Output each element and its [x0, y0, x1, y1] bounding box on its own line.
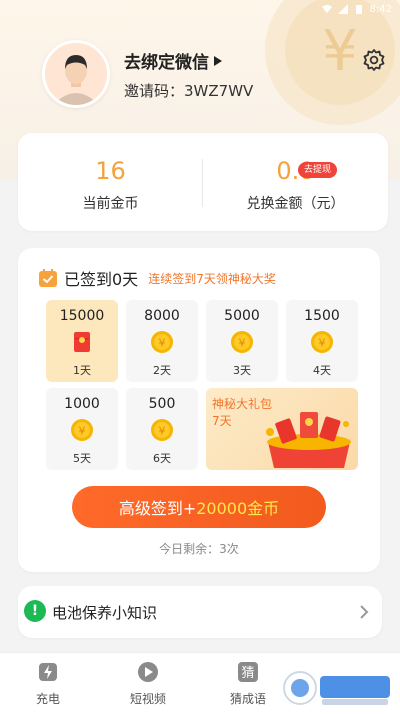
bind-wechat-link[interactable]: 去绑定微信 — [124, 48, 223, 73]
signin-header: 已签到0天 连续签到7天领神秘大奖 — [38, 266, 276, 290]
stats-card: 16 当前金币 0.0 兑换金额（元） — [18, 133, 388, 231]
signin-day-5[interactable]: 1000 ¥ 5天 — [46, 388, 118, 470]
tip-card[interactable]: ! 电池保养小知识 — [18, 586, 382, 638]
tab-short-video[interactable]: 短视频 — [108, 661, 188, 707]
red-packet-icon — [74, 332, 90, 352]
guess-icon: 猜 — [238, 662, 258, 682]
wifi-icon — [321, 5, 332, 13]
signin-day-1[interactable]: 15000 1天 — [46, 300, 118, 382]
invite-code: 邀请码：3WZ7WV — [124, 80, 253, 101]
mystery-gift-day-7[interactable]: 神秘大礼包 7天 — [206, 388, 358, 470]
coin-icon: ¥ — [71, 419, 93, 441]
day-label: 1天 — [73, 364, 91, 377]
username-text: 去绑定微信 — [124, 53, 209, 73]
withdraw-badge[interactable]: 去提现 — [298, 162, 338, 178]
coins-label: 当前金币 — [82, 196, 139, 212]
day-label: 2天 — [153, 364, 171, 377]
coins-value: 16 — [95, 157, 126, 185]
signin-day-6[interactable]: 500 ¥ 6天 — [126, 388, 198, 470]
day-label: 6天 — [153, 452, 171, 465]
premium-signin-button[interactable]: 高级签到+ 20000金币 — [72, 486, 326, 528]
exchange-stat[interactable]: 0.0 兑换金额（元） — [203, 157, 388, 213]
day-coins: 5000 — [224, 308, 260, 324]
avatar-image — [45, 43, 107, 105]
coins-stat[interactable]: 16 当前金币 — [18, 157, 203, 213]
tab-label: 短视频 — [129, 692, 166, 706]
svg-text:¥: ¥ — [319, 337, 326, 350]
coin-icon: ¥ — [151, 331, 173, 353]
svg-text:¥: ¥ — [159, 425, 166, 438]
signin-card: 已签到0天 连续签到7天领神秘大奖 15000 1天 8000 ¥ 2天 500… — [18, 248, 380, 572]
chevron-right-icon — [360, 605, 369, 619]
svg-text:¥: ¥ — [79, 425, 86, 438]
signin-title: 已签到0天 — [64, 270, 139, 289]
svg-text:猜: 猜 — [241, 666, 254, 681]
coin-decoration: ¥ — [265, 0, 400, 125]
day-coins: 1500 — [304, 308, 340, 324]
svg-text:¥: ¥ — [159, 337, 166, 350]
signin-day-2[interactable]: 8000 ¥ 2天 — [126, 300, 198, 382]
tab-charge[interactable]: 充电 — [8, 661, 88, 707]
invite-value: 3WZ7WV — [184, 82, 254, 100]
status-time: 8:42 — [369, 3, 392, 15]
watermark-logo — [283, 671, 390, 705]
coin-icon: ¥ — [311, 331, 333, 353]
charge-icon — [39, 663, 57, 681]
battery-icon — [355, 5, 362, 14]
day-label: 3天 — [233, 364, 251, 377]
day-coins: 8000 — [144, 308, 180, 324]
day-coins: 500 — [148, 396, 176, 412]
exchange-value: 0.0 — [276, 157, 315, 185]
remaining-count: 今日剩余：3次 — [159, 542, 239, 556]
signin-day-4[interactable]: 1500 ¥ 4天 — [286, 300, 358, 382]
coin-icon: ¥ — [231, 331, 253, 353]
signin-subtitle: 连续签到7天领神秘大奖 — [148, 271, 276, 286]
avatar[interactable] — [42, 40, 110, 108]
play-icon — [138, 662, 158, 682]
status-bar: 8:42 — [0, 0, 400, 18]
day-coins: 1000 — [64, 396, 100, 412]
tab-guess-idiom[interactable]: 猜 猜成语 — [208, 661, 288, 707]
svg-text:¥: ¥ — [239, 337, 246, 350]
day-coins: 15000 — [59, 308, 105, 324]
exclamation-icon: ! — [24, 600, 46, 622]
exchange-label: 兑换金额（元） — [246, 196, 345, 212]
coin-icon: ¥ — [151, 419, 173, 441]
signin-day-3[interactable]: 5000 ¥ 3天 — [206, 300, 278, 382]
tab-label: 猜成语 — [229, 692, 266, 706]
button-highlight: 20000金币 — [196, 499, 280, 518]
day-label: 4天 — [313, 364, 331, 377]
tab-label: 充电 — [35, 692, 60, 706]
gear-icon[interactable] — [362, 48, 386, 72]
caret-right-icon — [214, 55, 222, 66]
gift-box-icon — [266, 412, 351, 468]
signal-icon — [337, 4, 348, 14]
button-prefix: 高级签到+ — [118, 499, 197, 518]
invite-label: 邀请码： — [124, 82, 185, 100]
tip-text: 电池保养小知识 — [52, 604, 158, 622]
svg-text:¥: ¥ — [322, 19, 358, 84]
calendar-check-icon — [39, 269, 57, 287]
day-label: 5天 — [73, 452, 91, 465]
